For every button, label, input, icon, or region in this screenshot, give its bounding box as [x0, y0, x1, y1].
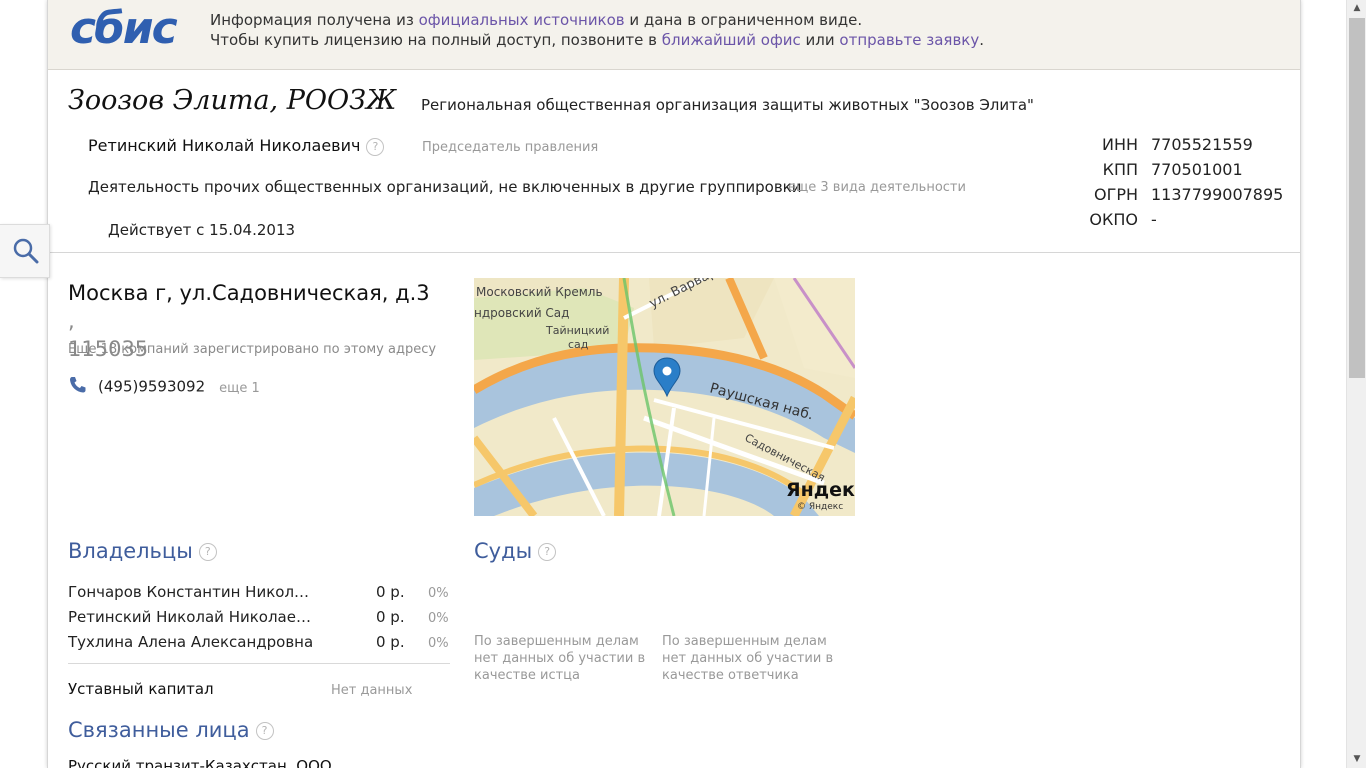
requisite-inn: ИНН 7705521559: [1078, 132, 1283, 157]
owner-row[interactable]: Ретинский Николай Николаевич 0 р. 0%: [68, 608, 450, 633]
banner-text-4: или: [800, 31, 840, 49]
search-icon: [12, 237, 40, 269]
requisite-label: ИНН: [1101, 135, 1138, 154]
director-role: Председатель правления: [422, 140, 599, 155]
requisite-value: -: [1151, 210, 1157, 229]
sbis-logo[interactable]: сбис: [70, 7, 178, 51]
requisite-value: 770501001: [1151, 160, 1243, 179]
owner-share: 0%: [428, 611, 449, 626]
owner-amount: 0 р.: [376, 633, 405, 651]
requisites: ИНН 7705521559 КПП 770501001 ОГРН 113779900…: [1078, 132, 1283, 232]
owner-share: 0%: [428, 586, 449, 601]
banner-line-1: Информация получена из официальных источ…: [210, 10, 984, 30]
banner-line-2: Чтобы купить лицензию на полный доступ, …: [210, 30, 984, 50]
company-short-name: Зоозов Элита, РООЗЖ: [68, 85, 397, 116]
yandex-logo: Яндекс: [786, 479, 855, 501]
address-street: Москва г, ул.Садовническая, д.3: [68, 281, 430, 305]
phone-number[interactable]: (495)9593092: [98, 378, 205, 396]
owner-row[interactable]: Гончаров Константин Николае... 0 р. 0%: [68, 583, 450, 608]
owners-title: Владельцы?: [68, 539, 217, 563]
related-item[interactable]: Русский транзит-Казахстан, ООО: [68, 757, 332, 768]
requisite-label: ОКПО: [1089, 210, 1138, 229]
main-activity: Деятельность прочих общественных организ…: [88, 178, 802, 196]
requisite-ogrn: ОГРН 1137799007895: [1078, 182, 1283, 207]
company-card: сбис Информация получена из официальных …: [47, 0, 1301, 768]
owner-amount: 0 р.: [376, 608, 405, 626]
location-map[interactable]: Московский Кремль ул. Варварка ндровский…: [474, 278, 855, 516]
authorized-capital-value: Нет данных: [331, 683, 413, 698]
banner-text-5: .: [979, 31, 985, 49]
scrollbar-thumb[interactable]: [1349, 18, 1365, 378]
more-phones-link[interactable]: еще 1: [219, 381, 260, 396]
owner-name[interactable]: Гончаров Константин Николае...: [68, 583, 318, 601]
info-banner: сбис Информация получена из официальных …: [48, 0, 1300, 70]
nearest-office-link[interactable]: ближайший офис: [662, 31, 801, 49]
official-sources-link[interactable]: официальных источников: [419, 11, 625, 29]
requisite-value: 7705521559: [1151, 135, 1253, 154]
courts-title: Суды?: [474, 539, 557, 563]
map-canvas: Московский Кремль ул. Варварка ндровский…: [474, 278, 855, 516]
more-activities-link[interactable]: еще 3 вида деятельности: [788, 180, 966, 195]
phone-icon: [68, 376, 88, 398]
help-icon[interactable]: ?: [366, 137, 385, 156]
help-icon[interactable]: ?: [255, 722, 274, 740]
requisite-okpo: ОКПО -: [1078, 207, 1283, 232]
authorized-capital-label: Уставный капитал: [68, 680, 214, 698]
owner-amount: 0 р.: [376, 583, 405, 601]
divider: [68, 663, 450, 664]
courts-plaintiff-note: По завершенным делам нет данных об участ…: [474, 634, 646, 683]
company-header: Зоозов Элита, РООЗЖ Региональная обществ…: [48, 70, 1300, 253]
scroll-down-arrow-icon[interactable]: ▼: [1347, 751, 1366, 768]
banner-message: Информация получена из официальных источ…: [210, 10, 984, 50]
company-full-name: Региональная общественная организация за…: [421, 96, 1034, 114]
requisite-kpp: КПП 770501001: [1078, 157, 1283, 182]
help-icon[interactable]: ?: [198, 543, 217, 561]
address-comma: ,: [68, 309, 75, 333]
same-address-companies-link[interactable]: Еще 18 компаний зарегистрировано по этом…: [68, 342, 436, 357]
owner-share: 0%: [428, 636, 449, 651]
requisite-label: КПП: [1102, 160, 1138, 179]
banner-text-2: и дана в ограниченном виде.: [624, 11, 863, 29]
owner-name[interactable]: Ретинский Николай Николаевич: [68, 608, 318, 626]
requisite-value: 1137799007895: [1151, 185, 1284, 204]
send-request-link[interactable]: отправьте заявку: [839, 31, 979, 49]
scroll-up-arrow-icon[interactable]: ▲: [1347, 0, 1366, 17]
owners-list: Гончаров Константин Николае... 0 р. 0% Р…: [68, 583, 450, 658]
help-icon[interactable]: ?: [538, 543, 557, 561]
map-label-garden: ндровский Сад: [474, 306, 569, 320]
courts-defendant-note: По завершенным делам нет данных об участ…: [662, 634, 834, 683]
owner-name[interactable]: Тухлина Алена Александровна: [68, 633, 318, 651]
map-label-taynitsky-garden: сад: [568, 338, 589, 351]
related-title: Связанные лица?: [68, 718, 274, 742]
banner-text-3: Чтобы купить лицензию на полный доступ, …: [210, 31, 662, 49]
company-status: Действует с 15.04.2013: [108, 221, 296, 239]
map-copyright: © Яндекс: [797, 502, 843, 512]
banner-text-1: Информация получена из: [210, 11, 419, 29]
director-name[interactable]: Ретинский Николай Николаевич: [88, 136, 360, 155]
owner-row[interactable]: Тухлина Алена Александровна 0 р. 0%: [68, 633, 450, 658]
map-label-kremlin: Московский Кремль: [476, 285, 603, 299]
courts-title-text[interactable]: Суды: [474, 539, 532, 563]
director: Ретинский Николай Николаевич?: [88, 136, 385, 156]
owners-title-text[interactable]: Владельцы: [68, 539, 193, 563]
related-title-text[interactable]: Связанные лица: [68, 718, 250, 742]
requisite-label: ОГРН: [1093, 185, 1138, 204]
vertical-scrollbar[interactable]: ▲ ▼: [1346, 0, 1366, 768]
phone-row: (495)9593092 еще 1: [68, 376, 260, 398]
search-button[interactable]: [0, 224, 50, 278]
map-label-taynitsky: Тайницкий: [545, 324, 609, 337]
